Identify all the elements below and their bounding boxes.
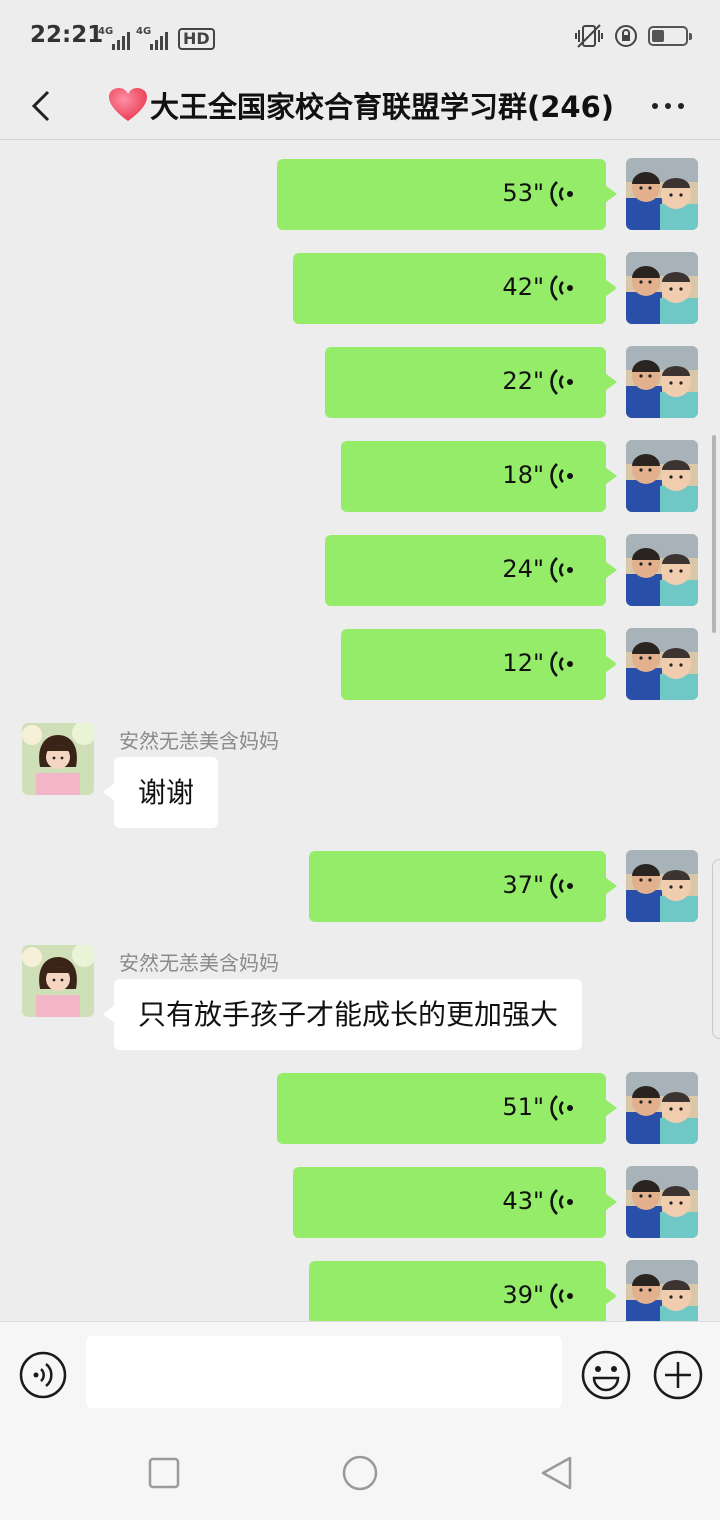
text-message-bubble[interactable]: 谢谢 bbox=[102, 757, 219, 828]
voice-wave-icon bbox=[550, 871, 574, 901]
avatar[interactable] bbox=[626, 158, 698, 230]
avatar[interactable] bbox=[626, 628, 698, 700]
sender-name: 安然无恙美含妈妈 bbox=[119, 951, 279, 975]
voice-wave-icon bbox=[550, 649, 574, 679]
avatar[interactable] bbox=[22, 723, 94, 795]
voice-duration: 39" bbox=[502, 1281, 544, 1309]
edge-panel-handle[interactable] bbox=[712, 859, 720, 1039]
voice-message-row: 53" bbox=[0, 141, 720, 235]
chat-title: 大王全国家校合育联盟学习群(246) bbox=[108, 80, 614, 130]
voice-duration: 12" bbox=[502, 649, 544, 677]
voice-wave-icon bbox=[550, 1187, 574, 1217]
avatar[interactable] bbox=[626, 1072, 698, 1144]
square-icon[interactable] bbox=[147, 1456, 181, 1490]
voice-message-row: 39" bbox=[0, 1243, 720, 1321]
voice-duration: 24" bbox=[502, 555, 544, 583]
avatar[interactable] bbox=[22, 945, 94, 1017]
voice-message-bubble[interactable]: 12" bbox=[341, 629, 617, 700]
more-dots-icon[interactable] bbox=[648, 88, 688, 124]
network-type-label: 4G bbox=[136, 26, 152, 37]
hd-voice-badge: HD bbox=[178, 28, 215, 50]
status-time: 22:21 bbox=[30, 22, 104, 48]
voice-message-bubble[interactable]: 24" bbox=[325, 535, 617, 606]
voice-wave-icon bbox=[550, 555, 574, 585]
voice-wave-icon bbox=[550, 1281, 574, 1311]
voice-mode-icon[interactable] bbox=[18, 1350, 68, 1400]
avatar[interactable] bbox=[626, 440, 698, 512]
voice-message-row: 37" bbox=[0, 833, 720, 927]
voice-message-bubble[interactable]: 43" bbox=[293, 1167, 617, 1238]
voice-duration: 22" bbox=[502, 367, 544, 395]
voice-message-row: 24" bbox=[0, 517, 720, 611]
input-bar bbox=[0, 1321, 720, 1424]
status-bar: 22:21 4G 4G HD bbox=[0, 0, 720, 72]
avatar[interactable] bbox=[626, 1260, 698, 1321]
text-message-bubble[interactable]: 只有放手孩子才能成长的更加强大 bbox=[102, 979, 583, 1050]
signal-icon: 4G bbox=[98, 26, 130, 50]
voice-message-row: 22" bbox=[0, 329, 720, 423]
avatar[interactable] bbox=[626, 252, 698, 324]
avatar[interactable] bbox=[626, 850, 698, 922]
scrollbar-thumb[interactable] bbox=[712, 435, 716, 633]
voice-message-bubble[interactable]: 37" bbox=[309, 851, 617, 922]
voice-message-bubble[interactable]: 22" bbox=[325, 347, 617, 418]
message-input[interactable] bbox=[86, 1336, 562, 1408]
triangle-back-icon[interactable] bbox=[538, 1454, 574, 1492]
battery-icon bbox=[648, 26, 692, 46]
message-list[interactable]: 53" 42" 22" 18" 24" 12" 安然无恙美含妈妈 谢谢 37" … bbox=[0, 141, 720, 1321]
avatar[interactable] bbox=[626, 346, 698, 418]
voice-message-bubble[interactable]: 39" bbox=[309, 1261, 617, 1321]
voice-message-row: 43" bbox=[0, 1149, 720, 1243]
voice-message-row: 51" bbox=[0, 1055, 720, 1149]
heart-icon bbox=[109, 88, 147, 121]
voice-message-row: 42" bbox=[0, 235, 720, 329]
voice-duration: 18" bbox=[502, 461, 544, 489]
network-type-label: 4G bbox=[98, 26, 114, 37]
vibrate-icon bbox=[575, 24, 603, 48]
circle-icon[interactable] bbox=[341, 1454, 379, 1492]
voice-message-row: 18" bbox=[0, 423, 720, 517]
voice-wave-icon bbox=[550, 367, 574, 397]
emoji-icon[interactable] bbox=[580, 1349, 632, 1401]
text-message-row: 安然无恙美含妈妈 只有放手孩子才能成长的更加强大 bbox=[0, 945, 720, 1065]
signal-icon: 4G bbox=[136, 26, 168, 50]
rotation-lock-icon bbox=[615, 25, 637, 47]
avatar[interactable] bbox=[626, 534, 698, 606]
sender-name: 安然无恙美含妈妈 bbox=[119, 729, 279, 753]
plus-icon[interactable] bbox=[652, 1349, 704, 1401]
voice-message-bubble[interactable]: 53" bbox=[277, 159, 617, 230]
chevron-left-icon[interactable] bbox=[22, 84, 62, 128]
voice-duration: 43" bbox=[502, 1187, 544, 1215]
voice-wave-icon bbox=[550, 1093, 574, 1123]
voice-wave-icon bbox=[550, 461, 574, 491]
signal-indicators: 4G 4G HD bbox=[98, 22, 215, 50]
voice-wave-icon bbox=[550, 179, 574, 209]
text-message-row: 安然无恙美含妈妈 谢谢 bbox=[0, 723, 720, 843]
voice-wave-icon bbox=[550, 273, 574, 303]
voice-duration: 42" bbox=[502, 273, 544, 301]
chat-header: 大王全国家校合育联盟学习群(246) bbox=[0, 72, 720, 140]
voice-message-bubble[interactable]: 42" bbox=[293, 253, 617, 324]
voice-message-bubble[interactable]: 51" bbox=[277, 1073, 617, 1144]
voice-message-row: 12" bbox=[0, 611, 720, 705]
voice-duration: 37" bbox=[502, 871, 544, 899]
avatar[interactable] bbox=[626, 1166, 698, 1238]
voice-duration: 51" bbox=[502, 1093, 544, 1121]
status-right-icons bbox=[574, 22, 692, 50]
voice-message-bubble[interactable]: 18" bbox=[341, 441, 617, 512]
system-nav-bar bbox=[0, 1424, 720, 1520]
chat-title-text: 大王全国家校合育联盟学习群(246) bbox=[150, 90, 615, 124]
voice-duration: 53" bbox=[502, 179, 544, 207]
